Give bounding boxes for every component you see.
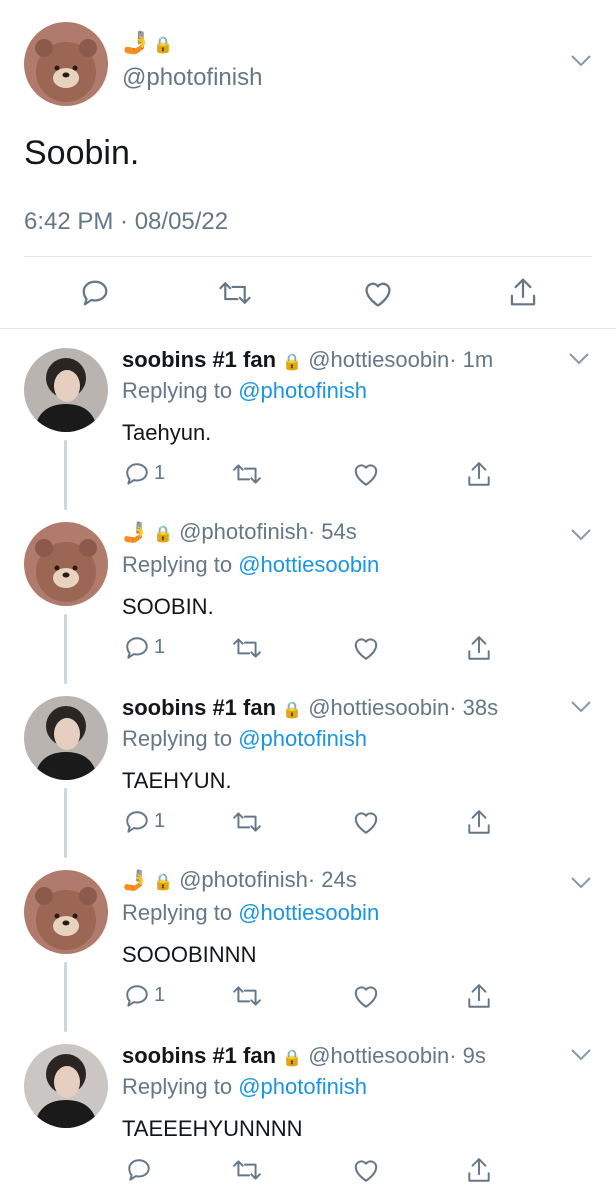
display-name[interactable]: soobins #1 fan bbox=[122, 1043, 276, 1068]
main-tweet-timestamp: 6:42 PM · 08/05/22 bbox=[24, 208, 229, 235]
chevron-down-icon[interactable] bbox=[570, 54, 592, 68]
reply-text: TAEEEHYUNNNN bbox=[122, 1116, 303, 1141]
replying-to: Replying to @photofinish bbox=[122, 1074, 367, 1099]
share-icon[interactable] bbox=[466, 634, 492, 662]
thread-line bbox=[64, 788, 67, 858]
handle[interactable]: @photofinish bbox=[179, 519, 308, 544]
thread-line bbox=[64, 962, 67, 1032]
avatar-hottiesoobin[interactable] bbox=[24, 696, 108, 780]
share-icon[interactable] bbox=[466, 1156, 492, 1184]
tweet-time: · 54s bbox=[307, 519, 357, 544]
selfie-emoji-icon: 🤳 bbox=[122, 30, 150, 55]
lock-icon: 🔒 bbox=[282, 702, 303, 719]
lock-icon: 🔒 bbox=[282, 354, 303, 371]
retweet-icon[interactable] bbox=[232, 983, 262, 1009]
reply-header: 🤳 🔒 @photofinish· 54s bbox=[122, 519, 357, 545]
tweet-time: · 38s bbox=[449, 695, 499, 720]
tweet-time: · 9s bbox=[449, 1043, 486, 1068]
thread-line bbox=[64, 440, 67, 510]
like-icon[interactable] bbox=[362, 280, 394, 308]
replying-to-link[interactable]: @hottiesoobin bbox=[238, 552, 379, 577]
handle[interactable]: @hottiesoobin bbox=[308, 347, 449, 372]
display-name[interactable]: soobins #1 fan bbox=[122, 347, 276, 372]
reply-header: soobins #1 fan 🔒 @hottiesoobin· 38s bbox=[122, 695, 498, 721]
like-icon[interactable] bbox=[352, 462, 380, 487]
like-icon[interactable] bbox=[352, 1158, 380, 1183]
replying-to-link[interactable]: @photofinish bbox=[238, 1074, 367, 1099]
avatar-hottiesoobin[interactable] bbox=[24, 1044, 108, 1128]
main-tweet-text: Soobin. bbox=[24, 134, 140, 172]
share-icon[interactable] bbox=[508, 276, 538, 308]
like-icon[interactable] bbox=[352, 810, 380, 835]
avatar-hottiesoobin[interactable] bbox=[24, 348, 108, 432]
reply-text: SOOOBINNN bbox=[122, 942, 257, 967]
retweet-icon[interactable] bbox=[232, 635, 262, 661]
chevron-down-icon[interactable] bbox=[570, 700, 592, 714]
share-icon[interactable] bbox=[466, 808, 492, 836]
lock-icon: 🔒 bbox=[153, 37, 174, 54]
reply-count: 1 bbox=[154, 462, 166, 484]
reply-header: soobins #1 fan 🔒 @hottiesoobin· 1m bbox=[122, 347, 493, 373]
retweet-icon[interactable] bbox=[218, 278, 252, 308]
lock-icon: 🔒 bbox=[153, 526, 173, 543]
reply-header: soobins #1 fan 🔒 @hottiesoobin· 9s bbox=[122, 1043, 486, 1069]
reply-icon[interactable] bbox=[124, 809, 150, 835]
reply-icon[interactable] bbox=[80, 278, 110, 308]
handle[interactable]: @hottiesoobin bbox=[308, 695, 449, 720]
reply-header: 🤳 🔒 @photofinish· 24s bbox=[122, 867, 357, 893]
lock-icon: 🔒 bbox=[282, 1050, 303, 1067]
chevron-down-icon[interactable] bbox=[568, 352, 590, 366]
avatar-photofinish[interactable] bbox=[24, 22, 108, 106]
retweet-icon[interactable] bbox=[232, 809, 262, 835]
reply-text: SOOBIN. bbox=[122, 594, 214, 619]
replying-to: Replying to @hottiesoobin bbox=[122, 552, 380, 577]
retweet-icon[interactable] bbox=[232, 461, 262, 487]
share-icon[interactable] bbox=[466, 460, 492, 488]
retweet-icon[interactable] bbox=[232, 1157, 262, 1183]
reply-text: TAEHYUN. bbox=[122, 768, 232, 793]
chevron-down-icon[interactable] bbox=[570, 1048, 592, 1062]
handle[interactable]: @photofinish bbox=[179, 867, 308, 892]
handle[interactable]: @hottiesoobin bbox=[308, 1043, 449, 1068]
like-icon[interactable] bbox=[352, 984, 380, 1009]
avatar-photofinish[interactable] bbox=[24, 522, 108, 606]
selfie-emoji-icon: 🤳 bbox=[122, 870, 147, 892]
replying-to-link[interactable]: @photofinish bbox=[238, 726, 367, 751]
divider bbox=[0, 328, 616, 329]
replying-to: Replying to @photofinish bbox=[122, 726, 367, 751]
name-emoji: 🤳 🔒 bbox=[122, 30, 173, 56]
reply-count: 1 bbox=[154, 636, 166, 658]
thread-line bbox=[64, 614, 67, 684]
reply-icon[interactable] bbox=[126, 1157, 152, 1183]
replying-to: Replying to @hottiesoobin bbox=[122, 900, 380, 925]
chevron-down-icon[interactable] bbox=[570, 528, 592, 542]
reply-icon[interactable] bbox=[124, 461, 150, 487]
replying-to-link[interactable]: @photofinish bbox=[238, 378, 367, 403]
reply-count: 1 bbox=[154, 984, 166, 1006]
reply-icon[interactable] bbox=[124, 983, 150, 1009]
lock-icon: 🔒 bbox=[153, 874, 173, 891]
reply-text: Taehyun. bbox=[122, 420, 212, 445]
share-icon[interactable] bbox=[466, 982, 492, 1010]
selfie-emoji-icon: 🤳 bbox=[122, 522, 147, 544]
tweet-time: · 1m bbox=[449, 347, 494, 372]
chevron-down-icon[interactable] bbox=[570, 876, 592, 890]
display-name[interactable]: soobins #1 fan bbox=[122, 695, 276, 720]
reply-icon[interactable] bbox=[124, 635, 150, 661]
replying-to: Replying to @photofinish bbox=[122, 378, 367, 403]
avatar-photofinish[interactable] bbox=[24, 870, 108, 954]
replying-to-link[interactable]: @hottiesoobin bbox=[238, 900, 379, 925]
main-handle[interactable]: @photofinish bbox=[122, 64, 262, 92]
tweet-time: · 24s bbox=[307, 867, 357, 892]
reply-count: 1 bbox=[154, 810, 166, 832]
like-icon[interactable] bbox=[352, 636, 380, 661]
divider bbox=[24, 256, 592, 257]
